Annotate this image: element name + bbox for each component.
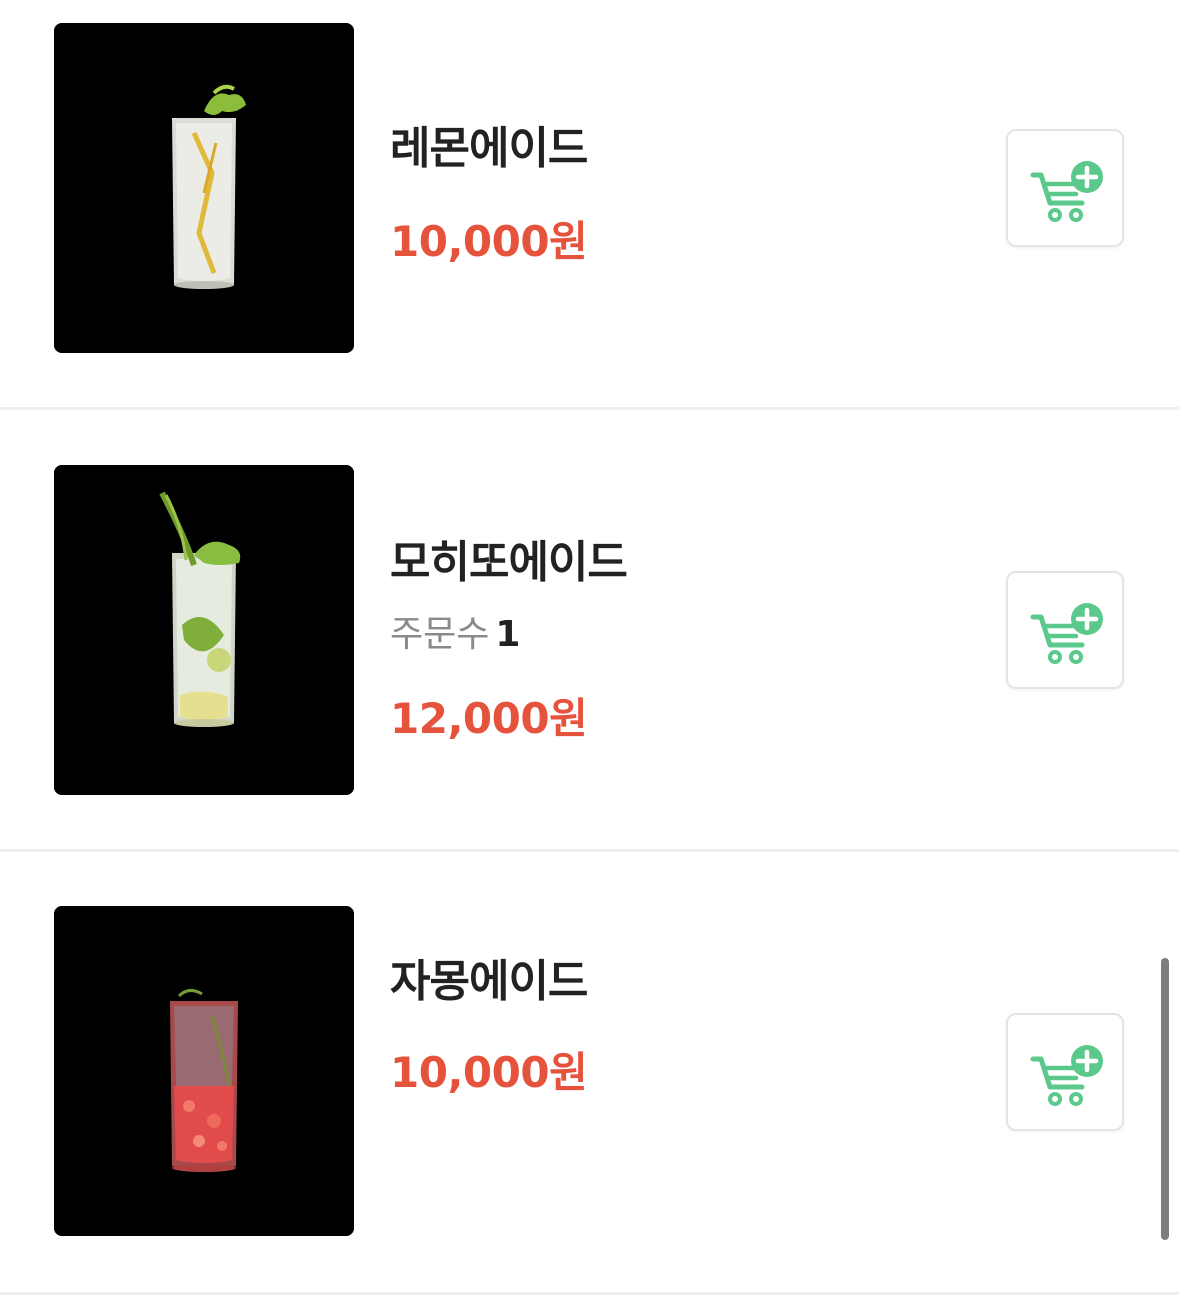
cart-plus-icon	[1030, 1045, 1103, 1106]
menu-item-grapefruit-ade[interactable]: 자몽에이드 10,000원	[0, 852, 1179, 1295]
lemonade-glass-icon	[54, 23, 354, 353]
product-price: 10,000원	[390, 217, 588, 266]
order-count-value: 1	[495, 614, 521, 655]
product-name[interactable]: 모히또에이드	[390, 526, 628, 590]
scrollbar[interactable]	[1161, 958, 1169, 1240]
product-image-mojito-ade[interactable]	[54, 465, 354, 795]
product-price: 12,000원	[390, 694, 588, 743]
add-to-cart-button[interactable]	[1006, 129, 1124, 247]
product-name[interactable]: 레몬에이드	[390, 112, 588, 176]
cart-plus-icon	[1030, 161, 1103, 222]
product-image-lemonade[interactable]	[54, 23, 354, 353]
product-price: 10,000원	[390, 1048, 588, 1097]
menu-item-mojito-ade[interactable]: 모히또에이드 주문수 1 12,000원	[0, 410, 1179, 852]
menu-item-lemonade[interactable]: 레몬에이드 10,000원	[0, 0, 1179, 410]
grapefruit-glass-icon	[54, 906, 354, 1236]
product-image-grapefruit-ade[interactable]	[54, 906, 354, 1236]
mojito-glass-icon	[54, 465, 354, 795]
order-count-label: 주문수	[390, 614, 490, 655]
menu-list: 레몬에이드 10,000원 모히또에이드 주문수 1 12,000원 자몽에이드…	[0, 0, 1179, 1295]
add-to-cart-button[interactable]	[1006, 571, 1124, 689]
add-to-cart-button[interactable]	[1006, 1013, 1124, 1131]
cart-plus-icon	[1030, 603, 1103, 664]
order-count: 주문수 1	[390, 605, 520, 657]
product-name[interactable]: 자몽에이드	[390, 945, 588, 1009]
